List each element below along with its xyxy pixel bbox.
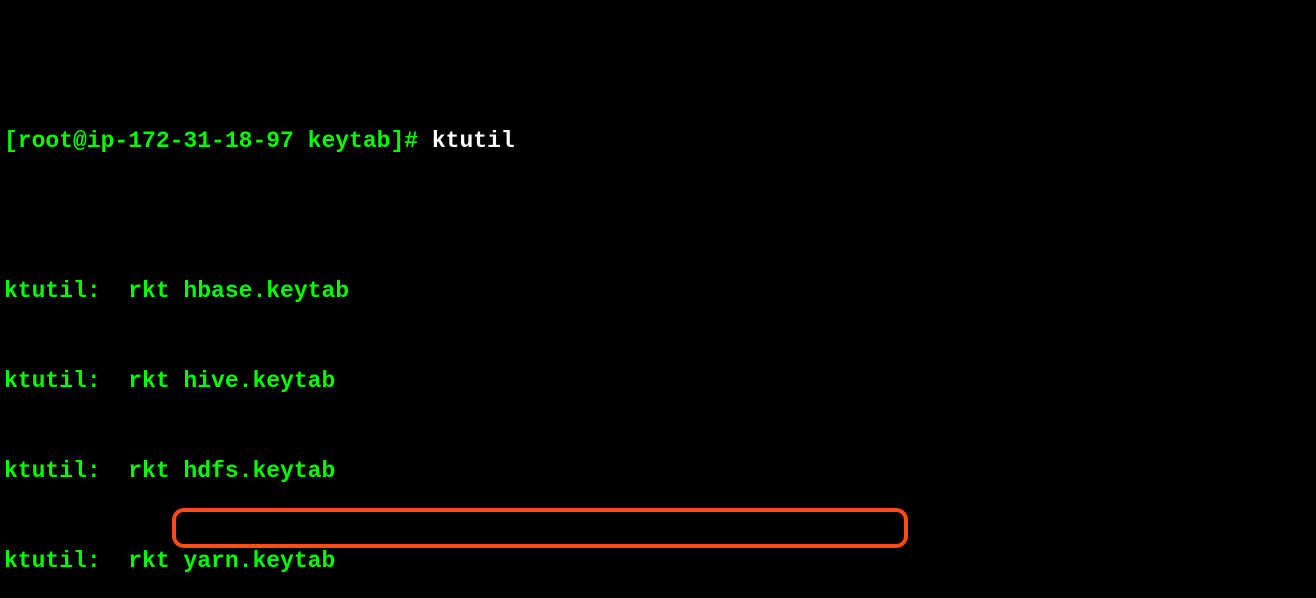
prompt-line: [root@ip-172-31-18-97 keytab]# ktutil [4,126,1314,156]
output-line: ktutil: rkt hbase.keytab [4,276,1314,306]
output-line: ktutil: rkt hdfs.keytab [4,456,1314,486]
output-line: ktutil: rkt hive.keytab [4,366,1314,396]
prompt: [root@ip-172-31-18-97 keytab]# [4,128,418,154]
output-line: ktutil: rkt yarn.keytab [4,546,1314,576]
annotation-highlight-rect [172,508,908,548]
terminal-window[interactable]: [root@ip-172-31-18-97 keytab]# ktutil kt… [0,0,1316,598]
command-typed: ktutil [418,128,515,154]
